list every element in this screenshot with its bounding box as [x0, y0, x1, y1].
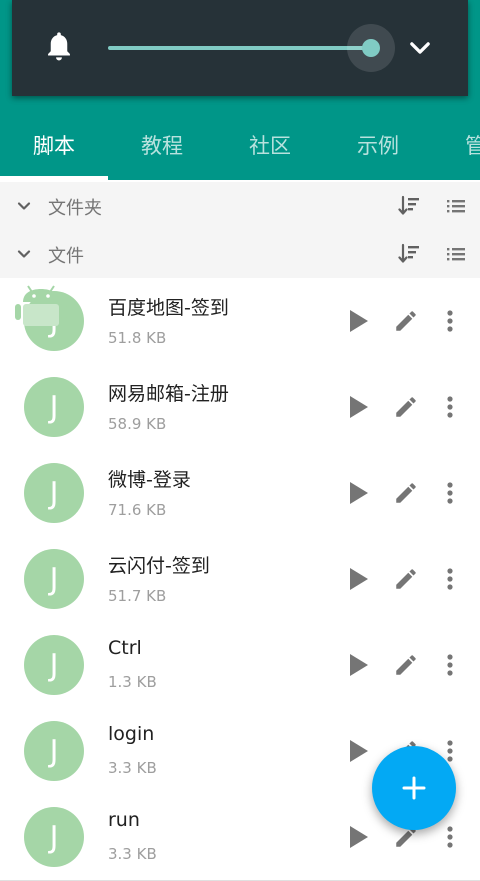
section-title: 文件: [48, 246, 84, 267]
section-title: 文件夹: [48, 198, 102, 219]
list-item[interactable]: J 微博-登录 71.6 KB: [0, 450, 480, 537]
list-item[interactable]: J 网易邮箱-注册 58.9 KB: [0, 364, 480, 451]
tab-examples[interactable]: 示例: [324, 110, 432, 180]
file-size: 3.3 KB: [108, 845, 157, 863]
file-name: 网易邮箱-注册: [108, 383, 229, 405]
avatar: J: [24, 807, 84, 867]
sort-icon[interactable]: [398, 194, 420, 218]
section-folders[interactable]: 文件夹: [0, 182, 480, 230]
play-icon[interactable]: [344, 650, 372, 680]
tab-bar: 脚本 教程 社区 示例 管: [0, 110, 480, 180]
file-size: 71.6 KB: [108, 501, 167, 519]
more-vertical-icon[interactable]: [440, 306, 460, 336]
more-vertical-icon[interactable]: [440, 564, 460, 594]
file-size: 1.3 KB: [108, 673, 157, 691]
more-vertical-icon[interactable]: [440, 478, 460, 508]
play-icon[interactable]: [344, 392, 372, 422]
file-name: Ctrl: [108, 637, 142, 659]
file-size: 51.7 KB: [108, 587, 167, 605]
chevron-down-icon[interactable]: [14, 196, 34, 216]
edit-icon[interactable]: [393, 394, 419, 420]
edit-icon[interactable]: [393, 566, 419, 592]
file-name: run: [108, 809, 140, 831]
plus-icon: [402, 776, 426, 800]
play-icon[interactable]: [344, 306, 372, 336]
tab-scripts[interactable]: 脚本: [0, 110, 108, 180]
tab-indicator: [0, 176, 108, 180]
edit-icon[interactable]: [393, 652, 419, 678]
play-icon[interactable]: [344, 564, 372, 594]
volume-slider-track[interactable]: [108, 46, 373, 50]
tab-manage[interactable]: 管: [432, 110, 480, 180]
avatar: J: [24, 635, 84, 695]
avatar: J: [24, 721, 84, 781]
edit-icon[interactable]: [393, 480, 419, 506]
sort-icon[interactable]: [398, 242, 420, 266]
avatar: J: [24, 463, 84, 523]
section-files[interactable]: 文件: [0, 230, 480, 278]
file-name: login: [108, 723, 155, 745]
play-icon[interactable]: [344, 478, 372, 508]
chevron-down-icon[interactable]: [406, 34, 434, 62]
file-size: 3.3 KB: [108, 759, 157, 777]
tab-tutorials[interactable]: 教程: [108, 110, 216, 180]
add-script-button[interactable]: [372, 746, 456, 830]
list-item[interactable]: J 百度地图-签到 51.8 KB: [0, 278, 480, 365]
list-view-icon[interactable]: [446, 196, 466, 216]
avatar: J: [24, 549, 84, 609]
more-vertical-icon[interactable]: [440, 650, 460, 680]
list-view-icon[interactable]: [446, 244, 466, 264]
tab-community[interactable]: 社区: [216, 110, 324, 180]
volume-slider-thumb[interactable]: [362, 39, 380, 57]
edit-icon[interactable]: [393, 308, 419, 334]
play-icon[interactable]: [344, 822, 372, 852]
volume-panel: [12, 0, 468, 96]
list-item[interactable]: J 云闪付-签到 51.7 KB: [0, 536, 480, 623]
list-item[interactable]: J Ctrl 1.3 KB: [0, 622, 480, 709]
bell-icon[interactable]: [44, 30, 74, 64]
file-name: 百度地图-签到: [108, 297, 229, 319]
file-name: 云闪付-签到: [108, 555, 210, 577]
play-icon[interactable]: [344, 736, 372, 766]
more-vertical-icon[interactable]: [440, 392, 460, 422]
file-name: 微博-登录: [108, 469, 191, 491]
more-vertical-icon[interactable]: [440, 822, 460, 852]
android-icon: [15, 285, 67, 326]
file-size: 58.9 KB: [108, 415, 167, 433]
file-size: 51.8 KB: [108, 329, 167, 347]
avatar: J: [24, 377, 84, 437]
chevron-down-icon[interactable]: [14, 244, 34, 264]
